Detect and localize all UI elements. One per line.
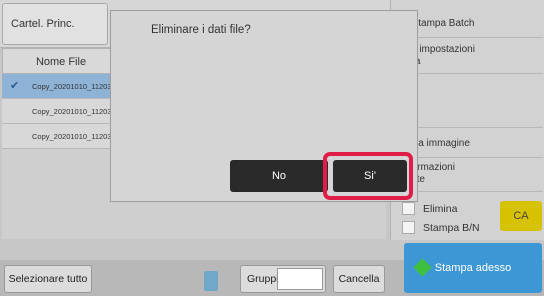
- yes-button[interactable]: Si': [333, 160, 407, 192]
- dialog-message: Eliminare i dati file?: [151, 24, 251, 36]
- clear-all-button[interactable]: CA: [500, 201, 542, 231]
- print-now-label: Stampa adesso: [434, 262, 512, 274]
- start-icon: [413, 258, 432, 277]
- bw-print-checkbox-row[interactable]: Stampa B/N: [402, 221, 480, 234]
- checkmark-icon: ✔: [10, 80, 20, 92]
- groups-label: Gruppi: [247, 273, 279, 285]
- select-all-button[interactable]: Selezionare tutto: [4, 265, 92, 293]
- delete-checkbox-row[interactable]: Elimina: [402, 202, 457, 215]
- file-list: ✔ Copy_20201010_11203 Copy_20201010_1120…: [2, 74, 120, 149]
- toner-icon: [204, 271, 218, 291]
- print-now-button[interactable]: Stampa adesso: [404, 243, 542, 293]
- file-name-column-header[interactable]: Nome File: [2, 48, 120, 74]
- file-name: Copy_20201010_11203: [32, 132, 112, 141]
- delete-label: Elimina: [423, 202, 458, 215]
- groups-input[interactable]: [277, 268, 323, 290]
- file-row[interactable]: ✔ Copy_20201010_11203: [2, 74, 120, 99]
- groups-button[interactable]: Gruppi: [240, 265, 326, 293]
- file-name: Copy_20201010_11203: [32, 82, 112, 91]
- file-row[interactable]: Copy_20201010_11203: [2, 124, 120, 149]
- bw-print-label: Stampa B/N: [423, 221, 480, 234]
- delete-checkbox[interactable]: [402, 202, 415, 215]
- main-folder-button[interactable]: Cartel. Princ.: [2, 3, 108, 45]
- file-name: Copy_20201010_11203: [32, 107, 112, 116]
- main-folder-label: Cartel. Princ.: [11, 18, 75, 30]
- no-button[interactable]: No: [230, 160, 328, 192]
- cancel-button[interactable]: Cancella: [333, 265, 385, 293]
- bw-print-checkbox[interactable]: [402, 221, 415, 234]
- file-row[interactable]: Copy_20201010_11203: [2, 99, 120, 124]
